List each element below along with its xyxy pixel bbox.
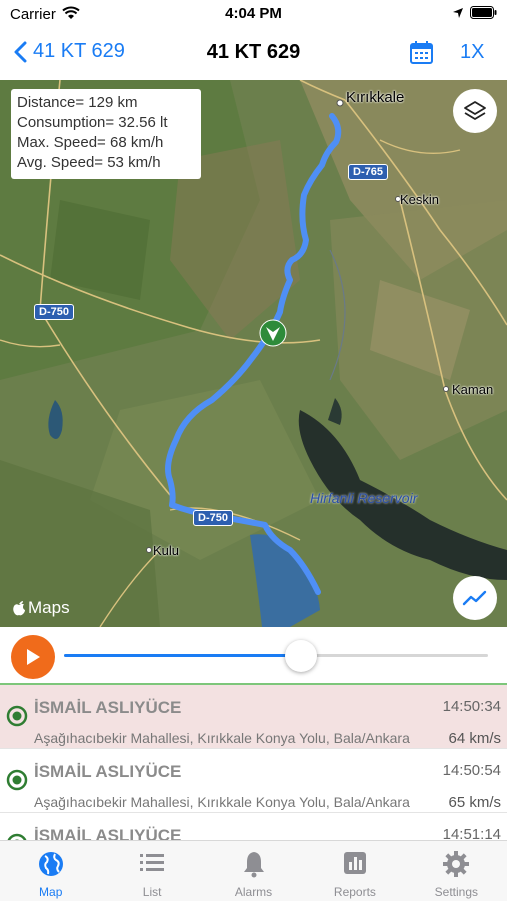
tab-label: Map [39, 885, 63, 899]
town-label-keskin: Keskin [400, 192, 440, 207]
list-icon [140, 854, 165, 871]
event-list: İSMAİL ASLIYÜCE 14:50:34 Aşağıhacıbekir … [0, 685, 507, 840]
line-chart-icon [462, 590, 487, 606]
navigation-bar: 41 KT 629 41 KT 629 1X [0, 28, 507, 80]
event-speed: 64 km/s [448, 730, 501, 747]
speed-chart-button[interactable] [453, 576, 497, 620]
maps-attribution-label: Maps [28, 598, 70, 617]
gear-icon [443, 851, 470, 877]
apple-logo-icon [13, 601, 25, 616]
play-icon [27, 649, 40, 665]
layers-icon [464, 101, 486, 120]
town-label-kulu: Kulu [153, 543, 180, 558]
target-icon [6, 705, 28, 727]
tab-reports[interactable]: Reports [304, 841, 405, 901]
list-item[interactable]: İSMAİL ASLIYÜCE 14:50:34 Aşağıhacıbekir … [0, 685, 507, 749]
trip-summary-box: Distance= 129 km Consumption= 32.56 lt M… [11, 89, 201, 179]
event-time: 14:51:14 [442, 826, 501, 840]
status-time: 4:04 PM [225, 5, 282, 22]
bar-chart-icon [343, 852, 366, 874]
road-shield-d750: D-750 [34, 304, 74, 320]
target-icon [6, 769, 28, 791]
map-view[interactable]: Kırıkkale Keskin Kaman Kulu Hirfanli Res… [0, 80, 507, 627]
driver-name: İSMAİL ASLIYÜCE [34, 826, 182, 840]
tab-label: Alarms [234, 885, 273, 899]
battery-icon [470, 6, 497, 19]
location-arrow-icon [453, 7, 463, 18]
playback-slider[interactable] [64, 654, 488, 657]
play-button[interactable] [11, 635, 55, 679]
bell-icon [243, 852, 264, 878]
tab-bar: Map List Alarms Reports Settings [0, 840, 507, 901]
tab-label: Settings [434, 885, 478, 899]
playback-slider-thumb[interactable] [285, 640, 318, 672]
list-item[interactable]: İSMAİL ASLIYÜCE 14:50:54 Aşağıhacıbekir … [0, 749, 507, 813]
event-time: 14:50:34 [442, 698, 501, 715]
tab-label: List [142, 885, 162, 899]
tab-map[interactable]: Map [0, 841, 101, 901]
event-address: Aşağıhacıbekir Mahallesi, Kırıkkale Kony… [34, 730, 410, 746]
consumption-text: Consumption= 32.56 lt [17, 114, 168, 131]
town-label-kaman: Kaman [452, 382, 494, 397]
max-speed-text: Max. Speed= 68 km/h [17, 134, 164, 151]
calendar-icon[interactable] [409, 40, 434, 65]
road-shield-d750-south: D-750 [193, 510, 233, 526]
status-bar: Carrier 4:04 PM [0, 0, 507, 28]
target-icon [7, 833, 27, 840]
playback-speed-button[interactable]: 1X [460, 41, 484, 64]
maps-attribution: Maps [12, 598, 70, 618]
driver-name: İSMAİL ASLIYÜCE [34, 698, 182, 717]
playback-slider-fill [64, 654, 302, 657]
town-label-kirikkale: Kırıkkale [346, 89, 405, 106]
road-shield-d765: D-765 [348, 164, 388, 180]
tab-settings[interactable]: Settings [406, 841, 507, 901]
driver-name: İSMAİL ASLIYÜCE [34, 762, 182, 781]
globe-icon [38, 852, 63, 876]
event-address: Aşağıhacıbekir Mahallesi, Kırıkkale Kony… [34, 794, 410, 810]
tab-list[interactable]: List [101, 841, 202, 901]
tab-label: Reports [333, 885, 376, 899]
playback-controls [0, 627, 507, 685]
vehicle-marker-icon[interactable] [258, 318, 288, 348]
list-item[interactable]: İSMAİL ASLIYÜCE 14:51:14 [0, 813, 507, 840]
event-time: 14:50:54 [442, 762, 501, 779]
avg-speed-text: Avg. Speed= 53 km/h [17, 154, 161, 171]
map-layers-button[interactable] [453, 89, 497, 133]
event-speed: 65 km/s [448, 794, 501, 811]
distance-text: Distance= 129 km [17, 94, 138, 111]
tab-alarms[interactable]: Alarms [203, 841, 304, 901]
reservoir-label: Hirfanli Reservoir [310, 490, 418, 506]
